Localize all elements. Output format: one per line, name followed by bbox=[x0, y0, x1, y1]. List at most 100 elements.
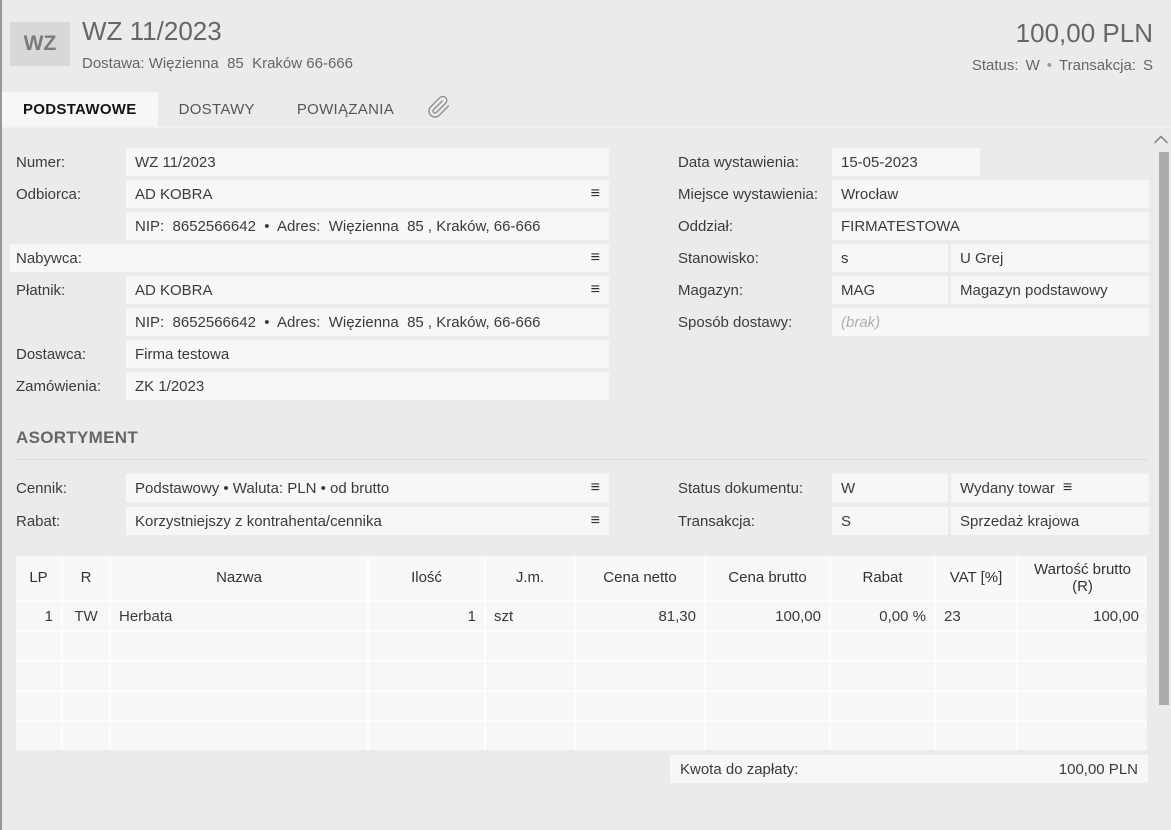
section-divider bbox=[16, 459, 1149, 460]
empty-cell bbox=[63, 632, 109, 660]
field-row-dostawca: Dostawca: Firma testowa bbox=[16, 340, 609, 368]
zamowienia-input[interactable]: ZK 1/2023 bbox=[126, 372, 609, 400]
zamowienia-value: ZK 1/2023 bbox=[135, 377, 205, 395]
item-cell-cena-netto[interactable]: 81,30 bbox=[576, 602, 704, 630]
item-cell-wartosc-brutto[interactable]: 100,00 bbox=[1018, 602, 1147, 630]
separator-dot: • bbox=[1046, 57, 1052, 74]
column-header-lp[interactable]: LP bbox=[16, 556, 61, 600]
scrollbar-up-button[interactable] bbox=[1151, 131, 1171, 148]
nabywca-input[interactable]: ≡ bbox=[132, 244, 609, 272]
magazyn-name-value: Magazyn podstawowy bbox=[960, 281, 1108, 299]
item-cell-ilosc[interactable]: 1 bbox=[369, 602, 484, 630]
item-cell-cena-brutto[interactable]: 100,00 bbox=[706, 602, 829, 630]
column-header-ilosc[interactable]: Ilość bbox=[369, 556, 484, 600]
field-row-odbiorca: Odbiorca: AD KOBRA ≡ bbox=[16, 180, 609, 208]
item-cell-r[interactable]: TW bbox=[63, 602, 109, 630]
miejsce-wystawienia-input[interactable]: Wrocław bbox=[832, 180, 1149, 208]
column-header-jm[interactable]: J.m. bbox=[486, 556, 574, 600]
item-cell-jm[interactable]: szt bbox=[486, 602, 574, 630]
odbiorca-label: Odbiorca: bbox=[16, 185, 82, 203]
asortyment-section-heading: ASORTYMENT bbox=[16, 428, 138, 447]
status-dokumentu-menu-icon[interactable]: ≡ bbox=[1063, 480, 1072, 496]
field-row-stanowisko: Stanowisko: s U Grej bbox=[678, 244, 1149, 272]
payment-total-bar: Kwota do zapłaty: 100,00 PLN bbox=[670, 755, 1148, 783]
magazyn-name-input[interactable]: Magazyn podstawowy bbox=[951, 276, 1149, 304]
field-row-oddzial: Oddział: FIRMATESTOWA bbox=[678, 212, 1149, 240]
empty-cell bbox=[369, 662, 484, 690]
field-row-zamowienia: Zamówienia: ZK 1/2023 bbox=[16, 372, 609, 400]
empty-cell bbox=[576, 662, 704, 690]
cennik-label: Cennik: bbox=[16, 479, 67, 497]
oddzial-value: FIRMATESTOWA bbox=[841, 217, 960, 235]
numer-input[interactable]: WZ 11/2023 bbox=[126, 148, 609, 176]
empty-cell bbox=[1018, 722, 1147, 750]
column-header-wartosc-brutto[interactable]: Wartość brutto (R) bbox=[1018, 556, 1147, 600]
vertical-scrollbar-thumb[interactable] bbox=[1159, 152, 1169, 705]
stanowisko-code-input[interactable]: s bbox=[832, 244, 948, 272]
status-dokumentu-code-input[interactable]: W bbox=[832, 474, 948, 502]
payment-total-label: Kwota do zapłaty: bbox=[680, 760, 799, 778]
magazyn-code-input[interactable]: MAG bbox=[832, 276, 948, 304]
column-header-r[interactable]: R bbox=[63, 556, 109, 600]
miejsce-wystawienia-value: Wrocław bbox=[841, 185, 899, 203]
item-cell-lp[interactable]: 1 bbox=[16, 602, 61, 630]
data-wystawienia-input[interactable]: 15-05-2023 bbox=[832, 148, 980, 176]
item-cell-rabat[interactable]: 0,00 % bbox=[831, 602, 934, 630]
tab-podstawowe[interactable]: PODSTAWOWE bbox=[2, 92, 158, 126]
odbiorca-input[interactable]: AD KOBRA ≡ bbox=[126, 180, 609, 208]
attachments-button[interactable] bbox=[415, 92, 463, 126]
stanowisko-name-input[interactable]: U Grej bbox=[951, 244, 1149, 272]
nabywca-label: Nabywca: bbox=[10, 244, 132, 272]
transakcja-name-input[interactable]: Sprzedaż krajowa bbox=[951, 507, 1149, 535]
field-row-miejsce-wystawienia: Miejsce wystawienia: Wrocław bbox=[678, 180, 1149, 208]
platnik-input[interactable]: AD KOBRA ≡ bbox=[126, 276, 609, 304]
column-header-cena-netto[interactable]: Cena netto bbox=[576, 556, 704, 600]
status-dokumentu-name-value: Wydany towar bbox=[960, 479, 1055, 497]
stanowisko-name-value: U Grej bbox=[960, 249, 1004, 267]
sposob-dostawy-label: Sposób dostawy: bbox=[678, 313, 793, 331]
oddzial-input[interactable]: FIRMATESTOWA bbox=[832, 212, 1149, 240]
sposob-dostawy-input[interactable]: (brak) bbox=[832, 308, 1149, 336]
payment-total-value: 100,00 PLN bbox=[1058, 760, 1138, 778]
empty-cell bbox=[706, 662, 829, 690]
empty-cell bbox=[936, 632, 1016, 660]
empty-cell bbox=[369, 722, 484, 750]
field-row-nabywca: Nabywca: ≡ bbox=[10, 244, 609, 272]
cennik-menu-icon[interactable]: ≡ bbox=[591, 480, 600, 496]
item-cell-nazwa[interactable]: Herbata bbox=[111, 602, 367, 630]
transaction-label: Transakcja: bbox=[1059, 57, 1136, 74]
tab-dostawy[interactable]: DOSTAWY bbox=[158, 92, 276, 126]
field-row-odbiorca-details: NIP: 8652566642 • Adres: Więzienna 85 , … bbox=[16, 212, 609, 240]
status-dokumentu-name-input[interactable]: Wydany towar ≡ bbox=[951, 474, 1149, 502]
empty-cell bbox=[63, 692, 109, 720]
column-header-rabat[interactable]: Rabat bbox=[831, 556, 934, 600]
transaction-value: S bbox=[1142, 57, 1153, 74]
rabat-menu-icon[interactable]: ≡ bbox=[591, 513, 600, 529]
odbiorca-menu-icon[interactable]: ≡ bbox=[591, 186, 600, 202]
item-cell-vat[interactable]: 23 bbox=[936, 602, 1016, 630]
empty-cell bbox=[111, 662, 367, 690]
empty-cell bbox=[16, 722, 61, 750]
tab-powiazania[interactable]: POWIĄZANIA bbox=[276, 92, 415, 126]
empty-cell bbox=[486, 662, 574, 690]
platnik-menu-icon[interactable]: ≡ bbox=[591, 282, 600, 298]
empty-cell bbox=[936, 722, 1016, 750]
column-header-nazwa[interactable]: Nazwa bbox=[111, 556, 367, 600]
empty-cell bbox=[369, 692, 484, 720]
field-row-numer: Numer: WZ 11/2023 bbox=[16, 148, 609, 176]
nabywca-menu-icon[interactable]: ≡ bbox=[591, 250, 600, 266]
column-header-vat[interactable]: VAT [%] bbox=[936, 556, 1016, 600]
column-header-cena-brutto[interactable]: Cena brutto bbox=[706, 556, 829, 600]
asortyment-left-column: Cennik: Podstawowy • Waluta: PLN • od br… bbox=[16, 474, 609, 540]
field-row-data-wystawienia: Data wystawienia: 15-05-2023 bbox=[678, 148, 1149, 176]
empty-cell bbox=[831, 632, 934, 660]
platnik-details-text: NIP: 8652566642 • Adres: Więzienna 85 , … bbox=[135, 313, 541, 331]
dostawca-value: Firma testowa bbox=[135, 345, 230, 363]
empty-cell bbox=[936, 662, 1016, 690]
empty-cell bbox=[831, 692, 934, 720]
rabat-input[interactable]: Korzystniejszy z kontrahenta/cennika ≡ bbox=[126, 507, 609, 535]
dostawca-input[interactable]: Firma testowa bbox=[126, 340, 609, 368]
empty-cell bbox=[111, 632, 367, 660]
cennik-input[interactable]: Podstawowy • Waluta: PLN • od brutto ≡ bbox=[126, 474, 609, 502]
transakcja-code-input[interactable]: S bbox=[832, 507, 948, 535]
